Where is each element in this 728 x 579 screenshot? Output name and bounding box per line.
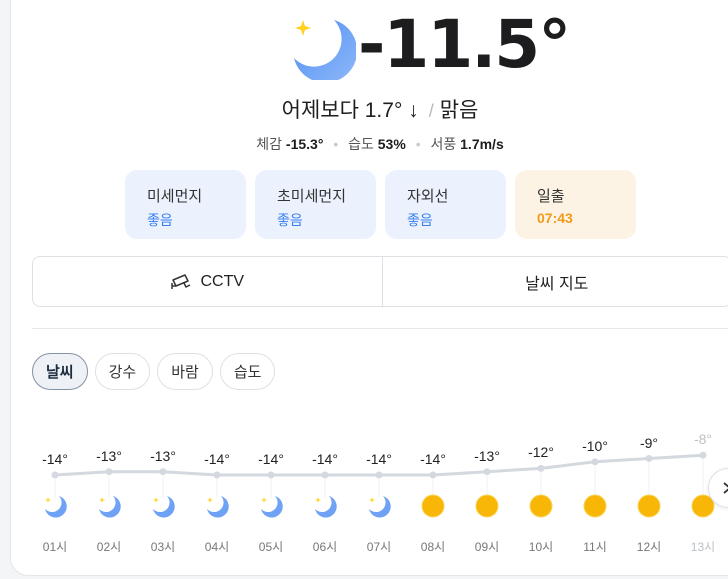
hour-temperature: -14° xyxy=(258,451,284,467)
hour-label: 06시 xyxy=(312,540,338,554)
tile-uv[interactable]: 자외선 좋음 xyxy=(385,170,506,239)
cctv-label: CCTV xyxy=(200,272,245,290)
wind-label: 서풍 xyxy=(430,136,457,152)
sun-icon xyxy=(475,494,499,518)
action-bar: CCTV 날씨 지도 xyxy=(32,256,728,307)
hour-label: 02시 xyxy=(96,540,122,554)
yesterday-compare: 어제보다 1.7° ↓ xyxy=(281,99,419,122)
sun-icon xyxy=(583,494,607,518)
chevron-right-icon xyxy=(723,482,728,494)
sun-icon xyxy=(637,494,661,518)
hour-temperature: -10° xyxy=(582,437,608,454)
tile-label: 미세먼지 xyxy=(147,188,203,205)
hour-temperature: -14° xyxy=(204,451,230,467)
tab-precipitation[interactable]: 강수 xyxy=(94,353,151,390)
hour-label: 12시 xyxy=(636,540,662,554)
hour-label: 04시 xyxy=(204,540,230,554)
hour-label: 08시 xyxy=(420,540,446,554)
cctv-button[interactable]: CCTV xyxy=(33,257,382,306)
crescent-moon-icon xyxy=(286,10,358,83)
temperature-point xyxy=(591,458,599,466)
hour-temperature: -12° xyxy=(528,444,554,461)
hour-label: 10시 xyxy=(528,540,554,554)
tile-value: 07:43 xyxy=(537,210,573,226)
tab-humidity[interactable]: 습도 xyxy=(219,353,276,390)
temperature-point xyxy=(267,471,275,479)
hour-temperature: -14° xyxy=(312,451,338,467)
temperature-point xyxy=(159,468,167,476)
crescent-moon-icon xyxy=(151,494,175,518)
hour-label: 03시 xyxy=(150,540,176,554)
chart-type-tabs: 날씨 강수 바람 습도 xyxy=(32,353,276,390)
sun-icon xyxy=(529,494,553,518)
current-weather: -11.5° xyxy=(286,6,571,84)
feels-like-label: 체감 xyxy=(256,136,283,152)
tab-wind[interactable]: 바람 xyxy=(157,353,213,390)
hour-temperature: -9° xyxy=(639,434,659,451)
temperature-point xyxy=(321,471,329,479)
hour-label: 05시 xyxy=(258,540,284,554)
weather-details: 체감 -15.3° • 습도 53% • 서풍 1.7m/s xyxy=(256,136,504,152)
crescent-moon-icon xyxy=(367,494,391,518)
sun-icon xyxy=(421,494,445,518)
weather-map-button[interactable]: 날씨 지도 xyxy=(381,257,728,306)
temperature-point xyxy=(537,464,545,472)
crescent-moon-icon xyxy=(43,494,67,518)
current-temperature: -11.5° xyxy=(358,6,571,83)
crescent-moon-icon xyxy=(259,494,283,518)
tile-value: 좋음 xyxy=(407,212,433,228)
tab-weather[interactable]: 날씨 xyxy=(32,353,88,390)
cctv-icon xyxy=(171,273,191,289)
hour-label: 13시 xyxy=(690,540,716,554)
hour-label: 09시 xyxy=(474,540,500,554)
air-quality-tiles: 미세먼지 좋음 초미세먼지 좋음 자외선 좋음 일출 07:43 xyxy=(125,170,636,239)
humidity-label: 습도 xyxy=(348,136,374,152)
tile-label: 자외선 xyxy=(407,188,449,205)
temperature-point xyxy=(699,451,707,459)
tile-value: 좋음 xyxy=(147,212,173,228)
weather-summary: 어제보다 1.7° ↓ / 맑음 xyxy=(281,99,479,122)
hourly-forecast: -14° 01시 -13° 02시 -13° 03시 -14° 04시 -14° 05시 -14° 0… xyxy=(0,420,728,579)
tile-ultrafine-dust[interactable]: 초미세먼지 좋음 xyxy=(255,170,376,239)
condition-text: 맑음 xyxy=(439,99,479,122)
hour-temperature: -13° xyxy=(474,447,500,464)
hour-temperature: -14° xyxy=(366,451,392,467)
weather-map-label: 날씨 지도 xyxy=(525,275,589,293)
temperature-point xyxy=(645,455,653,462)
hour-temperature: -8° xyxy=(693,431,713,448)
tile-label: 일출 xyxy=(537,188,565,205)
wind-value: 1.7m/s xyxy=(460,136,504,152)
tile-value: 좋음 xyxy=(277,212,303,228)
humidity-value: 53% xyxy=(377,136,406,152)
temperature-point xyxy=(105,468,113,476)
crescent-moon-icon xyxy=(97,494,121,518)
divider xyxy=(32,328,728,329)
tile-fine-dust[interactable]: 미세먼지 좋음 xyxy=(125,170,246,239)
crescent-moon-icon xyxy=(313,494,337,518)
hour-temperature: -13° xyxy=(96,447,122,464)
temperature-point xyxy=(51,471,59,479)
hour-temperature: -14° xyxy=(420,451,446,467)
temperature-point xyxy=(429,471,437,479)
temperature-point xyxy=(213,471,221,479)
temperature-point xyxy=(483,468,491,476)
hour-temperature: -13° xyxy=(150,447,176,464)
hour-label: 07시 xyxy=(366,540,392,554)
tile-sunrise[interactable]: 일출 07:43 xyxy=(515,170,636,239)
hour-temperature: -14° xyxy=(42,451,68,467)
hour-label: 01시 xyxy=(42,540,68,554)
hour-label: 11시 xyxy=(583,540,607,554)
temperature-point xyxy=(375,471,383,479)
feels-like-value: -15.3° xyxy=(285,136,324,152)
crescent-moon-icon xyxy=(205,494,229,518)
tile-label: 초미세먼지 xyxy=(277,188,347,205)
